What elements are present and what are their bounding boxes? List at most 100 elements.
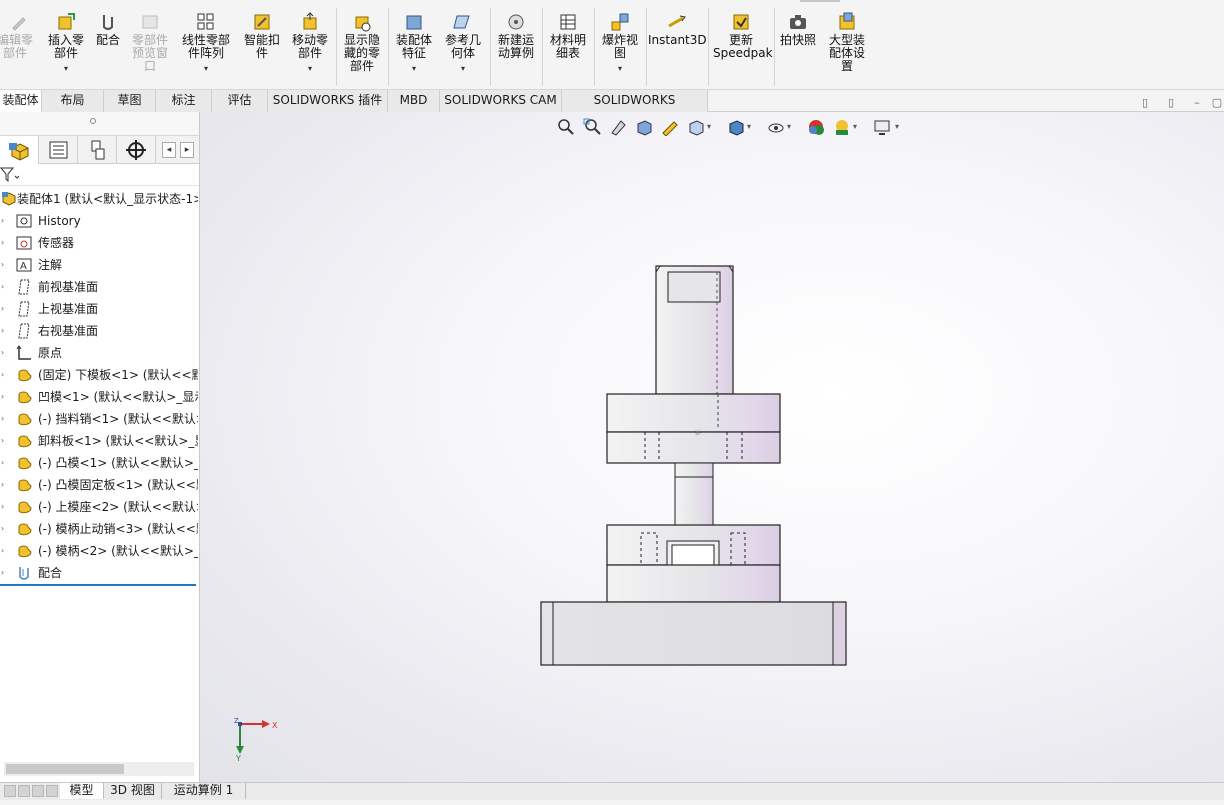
configuration-manager-tab[interactable] xyxy=(78,136,117,164)
tree-item[interactable]: › 传感器 xyxy=(0,232,198,254)
zoom-to-fit-icon[interactable] xyxy=(557,118,575,136)
hide-show-dropdown-icon[interactable]: ▾ xyxy=(787,122,791,131)
upper-die-seat[interactable] xyxy=(606,393,781,433)
tree-item[interactable]: › History xyxy=(0,210,198,232)
panel-grip[interactable] xyxy=(0,112,199,136)
punch[interactable] xyxy=(674,462,714,526)
stripper-plate[interactable] xyxy=(606,524,781,566)
panel-tabs-scroll-right-icon[interactable]: ▸ xyxy=(180,142,194,158)
previous-tab-icon[interactable] xyxy=(18,785,30,797)
tree-filter[interactable] xyxy=(0,164,199,186)
punch-holder-plate[interactable]: ✳ xyxy=(606,429,781,464)
exploded-view-dropdown-icon[interactable]: ▾ xyxy=(598,62,642,75)
die-shank[interactable] xyxy=(655,265,734,395)
expand-arrow-icon[interactable]: › xyxy=(1,518,4,540)
tab-solidworks-cam[interactable]: SOLIDWORKS CAM xyxy=(440,90,562,112)
reference-geometry-dropdown-icon[interactable]: ▾ xyxy=(440,62,486,75)
apply-scene-icon[interactable] xyxy=(833,118,851,136)
tab-3d-view[interactable]: 3D 视图 xyxy=(104,783,162,799)
last-tab-icon[interactable] xyxy=(46,785,58,797)
instant3d-button[interactable]: Instant3D xyxy=(648,10,707,85)
move-component-dropdown-icon[interactable]: ▾ xyxy=(288,62,332,75)
tree-item[interactable]: › 前视基准面 xyxy=(0,276,198,298)
tree-item[interactable]: › (-) 凸模<1> (默认<<默认>_显示状态 1>) xyxy=(0,452,198,474)
insert-component-dropdown-icon[interactable]: ▾ xyxy=(44,62,88,75)
display-style-dropdown-icon[interactable]: ▾ xyxy=(747,122,751,131)
assembly-model[interactable]: ✳ xyxy=(200,112,1224,782)
insert-component-button[interactable]: 插入零部件 ▾ xyxy=(44,10,88,85)
tab-mbd[interactable]: MBD xyxy=(388,90,440,112)
tree-item[interactable]: › 原点 xyxy=(0,342,198,364)
assembly-features-dropdown-icon[interactable]: ▾ xyxy=(392,62,436,75)
tree-item[interactable]: › (-) 凸模固定板<1> (默认<<默认>_显示状态 1>) xyxy=(0,474,198,496)
tree-rollback-bar[interactable] xyxy=(0,584,196,586)
reference-geometry-button[interactable]: 参考几何体 ▾ xyxy=(440,10,486,85)
linear-pattern-dropdown-icon[interactable]: ▾ xyxy=(178,62,234,75)
expand-arrow-icon[interactable]: › xyxy=(1,320,4,342)
take-snapshot-button[interactable]: 拍快照 xyxy=(778,10,818,85)
apply-scene-dropdown-icon[interactable]: ▾ xyxy=(853,122,857,131)
tree-item[interactable]: › 配合 xyxy=(0,562,198,584)
tab-markup[interactable]: 标注 xyxy=(156,90,212,112)
view-orientation-icon[interactable] xyxy=(687,118,705,136)
property-manager-tab[interactable] xyxy=(39,136,78,164)
expand-arrow-icon[interactable]: › xyxy=(1,430,4,452)
exploded-view-button[interactable]: 爆炸视图 ▾ xyxy=(598,10,642,85)
tab-solidworks-addins[interactable]: SOLIDWORKS 插件 xyxy=(268,90,388,112)
tree-item[interactable]: › 上视基准面 xyxy=(0,298,198,320)
tree-item[interactable]: › (-) 上模座<2> (默认<<默认>_显示状态 1>) xyxy=(0,496,198,518)
tree-item[interactable]: › (固定) 下模板<1> (默认<<默认>_显示状态 1>) xyxy=(0,364,198,386)
tree-item[interactable]: › (-) 模柄止动销<3> (默认<<默认>_显示状态 1>) xyxy=(0,518,198,540)
tab-motion-study-1[interactable]: 运动算例 1 xyxy=(162,783,246,799)
scrollbar-thumb[interactable] xyxy=(6,764,124,774)
tree-item[interactable]: › 右视基准面 xyxy=(0,320,198,342)
view-orientation-dropdown-icon[interactable]: ▾ xyxy=(707,122,711,131)
expand-arrow-icon[interactable]: › xyxy=(1,562,4,584)
tile-right-icon[interactable]: ▯ xyxy=(1164,96,1178,110)
graphics-area[interactable]: ✳ X Y Z xyxy=(200,112,1224,782)
tree-root-assembly[interactable]: 装配体1 (默认<默认_显示状态-1>) xyxy=(0,188,198,210)
smart-fasteners-button[interactable]: 智能扣件 xyxy=(240,10,284,85)
view-settings-icon[interactable] xyxy=(873,118,891,136)
expand-arrow-icon[interactable]: › xyxy=(1,474,4,496)
tab-sketch[interactable]: 草图 xyxy=(104,90,156,112)
expand-arrow-icon[interactable]: › xyxy=(1,364,4,386)
dimxpert-manager-tab[interactable] xyxy=(117,136,156,164)
show-hidden-components-button[interactable]: 显示隐藏的零部件 xyxy=(340,10,384,85)
expand-arrow-icon[interactable]: › xyxy=(1,408,4,430)
bill-of-materials-button[interactable]: 材料明细表 xyxy=(546,10,590,85)
tree-horizontal-scrollbar[interactable] xyxy=(4,762,194,776)
tree-item[interactable]: › 卸料板<1> (默认<<默认>_显示状态 1>) xyxy=(0,430,198,452)
expand-arrow-icon[interactable]: › xyxy=(1,342,4,364)
panel-tabs-scroll-left-icon[interactable]: ◂ xyxy=(162,142,176,158)
edit-component-button[interactable]: 编辑零部件 xyxy=(0,10,38,85)
next-tab-icon[interactable] xyxy=(32,785,44,797)
tile-left-icon[interactable]: ▯ xyxy=(1138,96,1152,110)
minimize-icon[interactable]: – xyxy=(1190,96,1204,110)
display-style-icon[interactable] xyxy=(727,118,745,136)
new-motion-study-button[interactable]: 新建运动算例 xyxy=(494,10,538,85)
tab-model[interactable]: 模型 xyxy=(60,783,104,799)
edit-appearance-icon[interactable] xyxy=(807,118,825,136)
update-speedpak-button[interactable]: 更新Speedpak xyxy=(712,10,773,85)
tree-item[interactable]: › 凹模<1> (默认<<默认>_显示状态 1>) xyxy=(0,386,198,408)
previous-view-icon[interactable] xyxy=(609,118,627,136)
view-settings-dropdown-icon[interactable]: ▾ xyxy=(895,122,899,131)
die[interactable] xyxy=(606,564,781,603)
assembly-features-button[interactable]: 装配体特征 ▾ xyxy=(392,10,436,85)
expand-arrow-icon[interactable]: › xyxy=(1,298,4,320)
lower-die-plate[interactable] xyxy=(540,601,847,666)
tree-item[interactable]: › (-) 模柄<2> (默认<<默认>_显示状态 1>) xyxy=(0,540,198,562)
component-preview-window-button[interactable]: 零部件预览窗口 xyxy=(128,10,172,85)
section-view-icon[interactable] xyxy=(635,118,653,136)
expand-arrow-icon[interactable]: › xyxy=(1,210,4,232)
tab-evaluate[interactable]: 评估 xyxy=(212,90,268,112)
hide-show-items-icon[interactable] xyxy=(767,118,785,136)
feature-manager-tab[interactable] xyxy=(0,136,39,164)
tree-item[interactable]: › A 注解 xyxy=(0,254,198,276)
first-tab-icon[interactable] xyxy=(4,785,16,797)
expand-arrow-icon[interactable]: › xyxy=(1,452,4,474)
zoom-to-area-icon[interactable] xyxy=(583,118,601,136)
move-component-button[interactable]: 移动零部件 ▾ xyxy=(288,10,332,85)
expand-arrow-icon[interactable]: › xyxy=(1,496,4,518)
